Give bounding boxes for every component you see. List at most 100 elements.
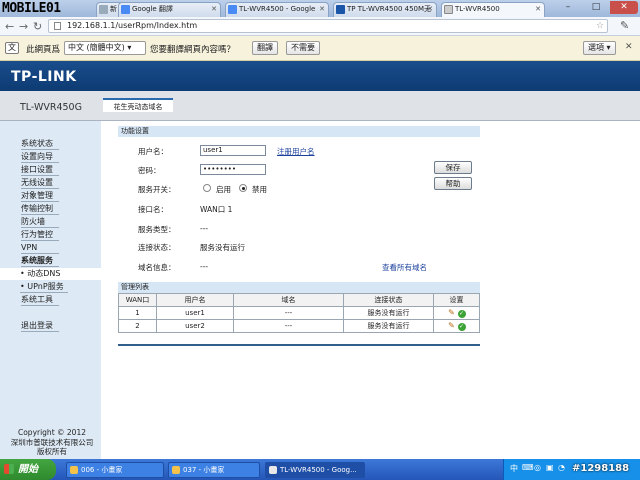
interface-label: 接口名： — [138, 205, 168, 214]
column-header: 域名 — [233, 293, 344, 307]
reload-icon[interactable]: ↻ — [33, 20, 42, 33]
tray-icon[interactable]: ◔ — [558, 463, 565, 472]
service-type-value: --- — [200, 224, 209, 233]
browser-tab-tplink[interactable]: TP TL-WVR4500 450M无 ✕ — [333, 2, 437, 17]
connection-status-label: 连接状态： — [138, 243, 176, 252]
language-select[interactable]: 中文 (簡體中文) ▾ — [64, 41, 146, 55]
no-translate-button[interactable]: 不需要 — [286, 41, 320, 55]
browser-tab-active[interactable]: TL-WVR4500 ✕ — [441, 2, 545, 17]
enable-check-icon[interactable]: ✓ — [457, 322, 466, 331]
edit-pencil-icon[interactable]: ✎ — [448, 308, 456, 317]
taskbar-item-browser[interactable]: TL-WVR4500 - Goog... — [265, 462, 365, 478]
service-switch-label: 服务开关： — [138, 185, 176, 194]
google-icon — [121, 5, 130, 14]
browser-tab-google-search[interactable]: TL-WVR4500 - Google ✕ — [225, 2, 329, 17]
close-tab-icon[interactable]: ✕ — [319, 3, 325, 16]
username-input[interactable]: user1 — [200, 145, 266, 156]
table-row: 1 user1 --- 服务没有运行 ✎ ✓ — [118, 306, 480, 320]
tplink-logo: TP-LINK — [11, 69, 77, 85]
enable-radio[interactable] — [203, 184, 211, 192]
domain-cell: --- — [233, 319, 344, 333]
interface-value: WAN口 1 — [200, 205, 233, 214]
back-arrow-icon[interactable]: ← — [5, 20, 14, 33]
tray-icon[interactable]: ▣ — [546, 463, 554, 472]
view-all-domains-link[interactable]: 查看所有域名 — [382, 262, 427, 273]
sidebar-item-behavior[interactable]: 行为管控 — [21, 229, 59, 241]
sidebar-item-wireless[interactable]: 无线设置 — [21, 177, 59, 189]
url-input[interactable]: 192.168.1.1/userRpm/Index.htm — [48, 19, 608, 33]
wan-cell: 1 — [118, 306, 157, 320]
wan-cell: 2 — [118, 319, 157, 333]
sidebar-item-ddns[interactable]: • 动态DNS — [0, 268, 101, 280]
sidebar-item-upnp[interactable]: • UPnP服务 — [20, 281, 68, 293]
column-header: WAN口 — [118, 293, 157, 307]
options-button[interactable]: 選項 ▾ — [583, 41, 616, 55]
close-tab-icon[interactable]: ✕ — [535, 3, 541, 16]
username-cell: user2 — [156, 319, 234, 333]
password-label: 密码： — [138, 166, 161, 175]
minimize-button[interactable]: – — [554, 1, 582, 14]
section-management-list: 管理列表 — [118, 282, 480, 293]
sidebar-item-objects[interactable]: 对象管理 — [21, 190, 59, 202]
paint-icon — [172, 466, 180, 474]
enable-check-icon[interactable]: ✓ — [457, 309, 466, 318]
google-icon — [228, 5, 237, 14]
taskbar-item-paint-037[interactable]: 037 - 小畫家 — [168, 462, 260, 478]
windows-flag-icon — [4, 464, 14, 474]
sidebar-item-interface[interactable]: 接口设置 — [21, 164, 59, 176]
tray-icon[interactable]: ⌨ — [522, 463, 534, 472]
table-row: 2 user2 --- 服务没有运行 ✎ ✓ — [118, 319, 480, 333]
help-button[interactable]: 帮助 — [434, 177, 472, 190]
column-header: 连接状态 — [343, 293, 434, 307]
router-header: TP-LINK — [0, 61, 640, 91]
forward-arrow-icon[interactable]: → — [19, 20, 28, 33]
settings-cell: ✎ ✓ — [433, 306, 480, 320]
sidebar-item-transfer[interactable]: 传输控制 — [21, 203, 59, 215]
close-tab-icon[interactable]: ✕ — [427, 3, 433, 16]
paint-icon — [70, 466, 78, 474]
management-table: WAN口 用户名 域名 连接状态 设置 1 user1 --- 服务没有运行 ✎… — [118, 293, 480, 333]
sidebar-item-setup-wizard[interactable]: 设置向导 — [21, 151, 59, 163]
status-cell: 服务没有运行 — [343, 319, 434, 333]
service-type-label: 服务类型： — [138, 225, 176, 234]
browser-tab-bar: MOBILE01 新 Google 翻譯 ✕ TL-WVR4500 - Goog… — [0, 0, 640, 17]
close-window-button[interactable]: ✕ — [610, 1, 638, 14]
enable-label: 启用 — [216, 185, 231, 194]
connection-status-value: 服务没有运行 — [200, 243, 245, 252]
save-button[interactable]: 保存 — [434, 161, 472, 174]
close-tab-icon[interactable]: ✕ — [211, 3, 217, 16]
bookmark-star-icon[interactable]: ☆ — [596, 21, 604, 31]
language-icon[interactable]: 中 — [510, 463, 518, 474]
maximize-button[interactable]: □ — [582, 1, 610, 14]
address-bar: ← → ↻ 192.168.1.1/userRpm/Index.htm ☆ ✎ — [0, 17, 640, 36]
status-cell: 服务没有运行 — [343, 306, 434, 320]
translate-button[interactable]: 翻譯 — [252, 41, 278, 55]
start-button[interactable]: 開始 — [0, 459, 56, 480]
sidebar-item-tools[interactable]: 系统工具 — [21, 294, 59, 306]
page-icon — [444, 5, 453, 14]
close-icon[interactable]: ✕ — [625, 42, 633, 52]
wrench-icon[interactable]: ✎ — [620, 19, 629, 32]
tray-icon[interactable]: ◎ — [534, 463, 541, 472]
browser-tab-google-translate[interactable]: Google 翻譯 ✕ — [118, 2, 221, 17]
divider — [118, 344, 480, 346]
sidebar-item-system-status[interactable]: 系统状态 — [21, 138, 59, 150]
page-icon — [54, 22, 61, 30]
watermark: #1298188 — [572, 463, 630, 474]
register-link[interactable]: 注册用户名 — [277, 146, 315, 157]
domain-cell: --- — [233, 306, 344, 320]
router-subheader: TL-WVR450G 花生壳动态域名 — [0, 91, 640, 121]
sidebar-item-firewall[interactable]: 防火墙 — [21, 216, 59, 228]
sidebar-item-vpn[interactable]: VPN — [21, 242, 59, 254]
tab-ddns[interactable]: 花生壳动态域名 — [103, 98, 173, 112]
password-input[interactable]: •••••••• — [200, 164, 266, 175]
sidebar-item-logout[interactable]: 退出登录 — [21, 320, 59, 332]
translate-question: 您要翻譯網頁內容嗎？ — [150, 45, 236, 55]
disable-radio[interactable] — [239, 184, 247, 192]
edit-pencil-icon[interactable]: ✎ — [448, 321, 456, 330]
column-header: 用户名 — [156, 293, 234, 307]
sidebar-item-services[interactable]: 系统服务 — [21, 255, 59, 267]
translate-bar: 文 此網頁爲 中文 (簡體中文) ▾ 您要翻譯網頁內容嗎？ 翻譯 不需要 選項 … — [0, 36, 640, 61]
taskbar-item-paint-006[interactable]: 006 - 小畫家 — [66, 462, 164, 478]
window-buttons: – □ ✕ — [554, 1, 638, 14]
